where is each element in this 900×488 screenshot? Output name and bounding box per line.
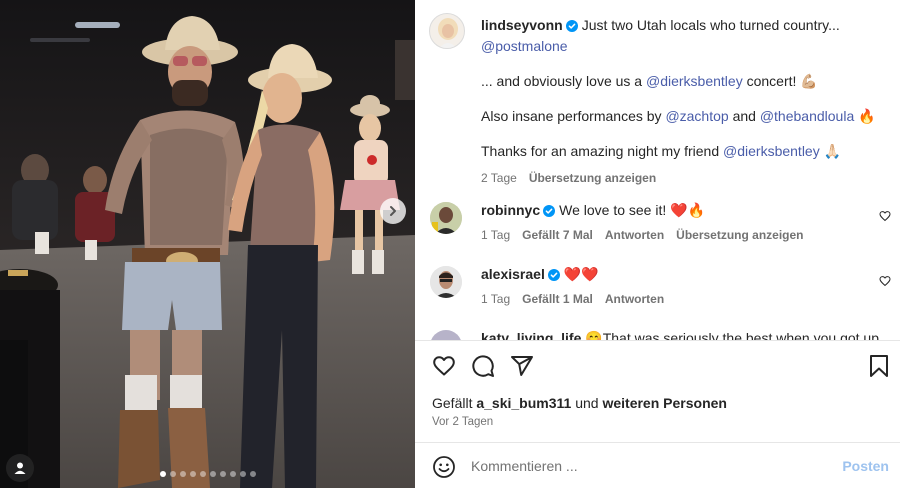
post-photo[interactable] — [0, 0, 415, 488]
caption-line-3: Also insane performances by — [481, 108, 662, 124]
folded-hands-emoji: 🙏🏻 — [823, 143, 842, 159]
comment-like-heart-icon[interactable] — [879, 275, 891, 287]
reply-button[interactable]: Antworten — [605, 292, 664, 306]
caption-translate-button[interactable]: Übersetzung anzeigen — [529, 168, 656, 189]
caption-line-3-mid: and — [732, 108, 756, 124]
user-tag-icon — [14, 462, 26, 474]
comment-avatar-alexisrael[interactable] — [430, 266, 462, 298]
emoji-icon[interactable] — [432, 455, 456, 479]
tagged-users-button[interactable] — [6, 454, 34, 482]
caption-meta: 2 Tage Übersetzung anzeigen — [481, 168, 876, 189]
comment-input[interactable] — [471, 455, 831, 477]
chevron-right-icon — [390, 206, 396, 216]
carousel-dot[interactable] — [199, 471, 206, 477]
comment-katy: katy_living_life 😊That was seriously the… — [481, 330, 879, 340]
carousel-dot[interactable] — [189, 471, 196, 477]
comment-meta: 1 Tag Gefällt 1 Mal Antworten — [481, 292, 861, 306]
mention-zachtop[interactable]: @zachtop — [665, 108, 728, 124]
comment-avatar-image — [430, 266, 462, 298]
post-side-panel: lindseyvonn Just two Utah locals who turn… — [415, 0, 900, 488]
heart-fire-emoji: ❤️🔥 — [670, 202, 706, 218]
caption-time[interactable]: 2 Tage — [481, 168, 517, 189]
verified-icon — [543, 205, 556, 217]
caption-line-4: Thanks for an amazing night my friend — [481, 143, 720, 159]
share-icon[interactable] — [510, 354, 534, 378]
carousel-dot[interactable] — [239, 471, 246, 477]
caption-line-1: Just two Utah locals who turned country.… — [581, 17, 840, 33]
carousel-dot[interactable] — [159, 471, 166, 477]
comment-likes[interactable]: Gefällt 7 Mal — [522, 228, 593, 242]
mention-dierksbentley[interactable]: @dierksbentley — [646, 73, 743, 89]
flexed-biceps-emoji: 💪🏼 — [800, 73, 818, 89]
mention-dierksbentley-2[interactable]: @dierksbentley — [723, 143, 820, 159]
liked-by-others[interactable]: weiteren Personen — [602, 395, 727, 411]
mention-thebandloula[interactable]: @thebandloula — [760, 108, 854, 124]
post-caption: lindseyvonn Just two Utah locals who turn… — [481, 15, 876, 189]
comments-list[interactable]: lindseyvonn Just two Utah locals who turn… — [415, 0, 900, 340]
carousel-dot[interactable] — [229, 471, 236, 477]
caption-line-2: ... and obviously love us a — [481, 73, 643, 89]
comment-username[interactable]: robinnyc — [481, 202, 540, 218]
action-bar: Gefällt a_ski_bum311 und weiteren Person… — [415, 340, 900, 442]
post-comment-button[interactable]: Posten — [842, 458, 889, 474]
comment-robinnyc: robinnyc We love to see it! ❤️🔥 1 Tag Gef… — [481, 202, 861, 242]
comment-icon[interactable] — [471, 354, 495, 378]
reply-button[interactable]: Antworten — [605, 228, 664, 242]
comment-username[interactable]: katy_living_life — [481, 330, 581, 340]
comment-time[interactable]: 1 Tag — [481, 228, 510, 242]
heart-icon[interactable] — [432, 354, 456, 378]
liked-by-prefix: Gefällt — [432, 395, 473, 411]
carousel-dot[interactable] — [219, 471, 226, 477]
smile-emoji: 😊 — [585, 330, 603, 340]
carousel-dot[interactable] — [169, 471, 176, 477]
verified-icon — [547, 269, 560, 281]
comment-avatar-robinnyc[interactable] — [430, 202, 462, 234]
comment-like-heart-icon[interactable] — [879, 210, 891, 222]
photo-scene — [0, 0, 415, 488]
comment-avatar-image — [430, 202, 462, 234]
carousel-dots — [0, 471, 415, 477]
carousel-dot[interactable] — [209, 471, 216, 477]
post-date[interactable]: Vor 2 Tagen — [432, 416, 493, 428]
comment-alexisrael: alexisrael ❤️❤️ 1 Tag Gefällt 1 Mal Antwo… — [481, 266, 861, 306]
comment-time[interactable]: 1 Tag — [481, 292, 510, 306]
two-hearts-emoji: ❤️❤️ — [563, 266, 599, 282]
author-avatar[interactable] — [429, 13, 465, 49]
author-avatar-image — [438, 18, 458, 48]
liked-by-line: Gefällt a_ski_bum311 und weiteren Person… — [432, 395, 727, 411]
liked-by-user[interactable]: a_ski_bum311 — [476, 395, 571, 411]
comment-text: We love to see it! — [559, 202, 667, 218]
comment-meta: 1 Tag Gefällt 7 Mal Antworten Übersetzun… — [481, 228, 861, 242]
comment-avatar-katy[interactable] — [430, 330, 462, 340]
comment-username[interactable]: alexisrael — [481, 266, 545, 282]
comment-text: That was seriously the best when you got… — [602, 330, 879, 340]
add-comment-bar: Posten — [415, 442, 900, 488]
verified-icon — [565, 20, 578, 32]
fire-emoji: 🔥 — [858, 108, 876, 124]
carousel-dot[interactable] — [249, 471, 256, 477]
comment-likes[interactable]: Gefällt 1 Mal — [522, 292, 593, 306]
comment-translate-button[interactable]: Übersetzung anzeigen — [676, 228, 803, 242]
liked-by-mid: und — [575, 395, 599, 411]
author-username[interactable]: lindseyvonn — [481, 17, 563, 33]
mention-postmalone[interactable]: @postmalone — [481, 38, 568, 54]
carousel-dot[interactable] — [179, 471, 186, 477]
carousel-next-button[interactable] — [380, 198, 406, 224]
caption-line-2-end: concert! — [746, 73, 797, 89]
bookmark-icon[interactable] — [869, 354, 889, 378]
